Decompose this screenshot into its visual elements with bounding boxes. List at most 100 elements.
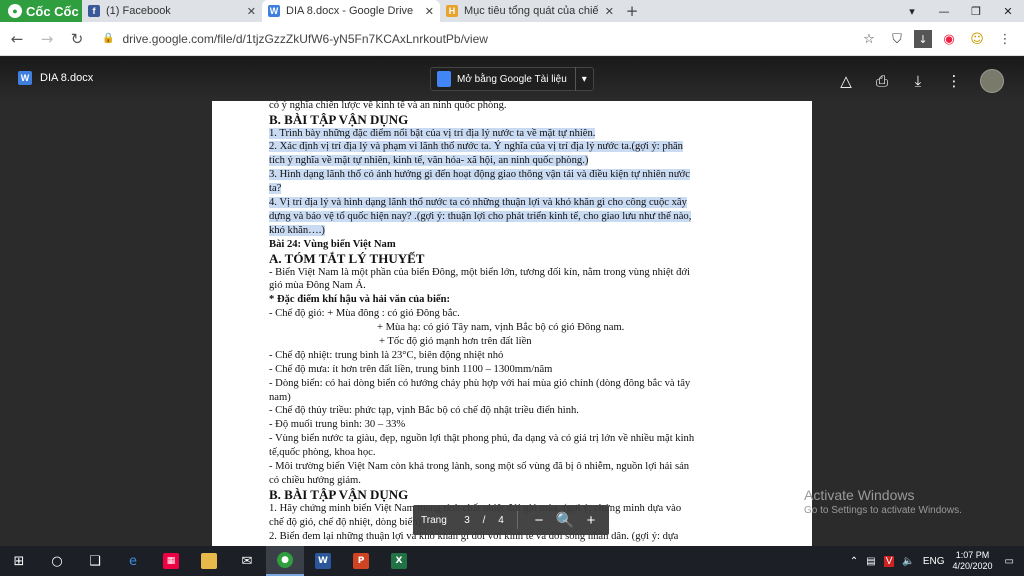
document-page[interactable]: * Đặc điểm lãnh thổ- Phần đất liền: có h…	[212, 57, 812, 546]
browser-toolbar: ← → ↻ 🔒 drive.google.com/file/d/1tjzGzzZ…	[0, 22, 1024, 56]
open-with-google-docs-button[interactable]: Mở bằng Google Tài liệu ▾	[430, 67, 594, 91]
word-taskbar-icon[interactable]: W	[304, 546, 342, 576]
zoom-in-icon[interactable]: +	[578, 512, 604, 529]
document-line-text: 4. Vị trí địa lý và hình dạng lãnh thổ n…	[269, 197, 687, 209]
task-view-icon[interactable]: ❑	[76, 546, 114, 576]
network-icon[interactable]: ▤	[866, 556, 875, 567]
document-content: * Đặc điểm lãnh thổ- Phần đất liền: có h…	[269, 57, 759, 544]
current-page: 3	[464, 514, 470, 526]
unikey-icon[interactable]: V	[883, 555, 895, 567]
document-line: - Độ muối trung bình: 30 – 33%	[269, 418, 759, 432]
document-line: + Tốc độ gió mạnh hơn trên đất liền	[269, 335, 759, 349]
chevron-up-icon[interactable]: ⌃	[850, 556, 858, 567]
minimize-icon[interactable]: —	[928, 0, 960, 22]
document-line-text: khó khăn….)	[269, 224, 325, 236]
toolbar-actions: ☆ ⛉ ↓ ◉ ☺ ⋮	[858, 26, 1016, 52]
document-line-text: A. TÓM TẮT LÝ THUYẾT	[269, 250, 425, 266]
system-tray: ⌃ ▤ V 🔈 ENG 1:07 PM 4/20/2020 ▭	[850, 546, 1024, 576]
language-indicator[interactable]: ENG	[923, 556, 945, 567]
new-tab-button[interactable]: +	[620, 0, 644, 22]
close-icon[interactable]: ✕	[605, 5, 614, 18]
document-line: - Dòng biển: có hai dòng biển có hướng c…	[269, 377, 759, 391]
document-line-text: - Vùng biển nước ta giàu, đẹp, nguồn lợi…	[269, 433, 695, 445]
browser-brand[interactable]: ● Cốc Cốc	[0, 0, 82, 22]
document-line: - Vùng biển nước ta giàu, đẹp, nguồn lợi…	[269, 432, 759, 446]
document-line-text: tích ý nghĩa về mặt tự nhiên, kinh tế, v…	[269, 155, 589, 167]
activate-subtitle: Go to Settings to activate Windows.	[804, 505, 962, 516]
viewer-header: W DIA 8.docx Mở bằng Google Tài liệu ▾ △…	[0, 57, 1024, 101]
avatar-icon[interactable]: ☺	[966, 26, 988, 52]
download-icon[interactable]: ↓	[914, 30, 932, 48]
activate-title: Activate Windows	[804, 487, 915, 503]
clock[interactable]: 1:07 PM 4/20/2020	[953, 550, 993, 572]
word-doc-icon: W	[18, 71, 32, 85]
address-bar[interactable]: 🔒 drive.google.com/file/d/1tjzGzzZkUfW6-…	[102, 26, 842, 52]
tab-muc-tieu[interactable]: H Mục tiêu tổng quát của chiến ✕	[440, 0, 620, 22]
zoom-out-icon[interactable]: −	[526, 512, 552, 529]
reload-icon[interactable]: ↻	[64, 26, 90, 52]
restore-icon[interactable]: ❐	[960, 0, 992, 22]
add-to-drive-icon[interactable]: △	[836, 72, 856, 90]
document-line: 4. Vị trí địa lý và hình dạng lãnh thổ n…	[269, 196, 759, 210]
back-icon[interactable]: ←	[4, 26, 30, 52]
document-line: gió mùa Đông Nam Á.	[269, 279, 759, 293]
lock-icon: 🔒	[102, 33, 115, 44]
excel-taskbar-icon[interactable]: X	[380, 546, 418, 576]
document-line: 1. Trình bày những đặc điểm nổi bật của …	[269, 127, 759, 141]
word-doc-icon: W	[268, 5, 280, 17]
close-icon[interactable]: ✕	[247, 5, 256, 18]
document-line: - Chế độ gió: + Mùa đông : có gió Đông b…	[269, 307, 759, 321]
viewer-tools: △ ⎙ ⤓ ⋮	[836, 69, 1004, 93]
windows-start-icon[interactable]: ⊞	[0, 546, 38, 576]
avatar[interactable]	[980, 69, 1004, 93]
close-icon[interactable]: ✕	[425, 5, 434, 18]
edge-icon[interactable]: e	[114, 546, 152, 576]
profile-menu-icon[interactable]: ▾	[896, 0, 928, 22]
menu-icon[interactable]: ⋮	[994, 26, 1016, 52]
document-line: khó khăn….)	[269, 224, 759, 238]
chevron-down-icon[interactable]: ▾	[574, 67, 593, 91]
bookmark-star-icon[interactable]: ☆	[858, 26, 880, 52]
mail-icon[interactable]: ✉	[228, 546, 266, 576]
notifications-icon[interactable]: ▭	[1001, 556, 1024, 567]
browser-tab-bar: ● Cốc Cốc f (1) Facebook ✕ W DIA 8.docx …	[0, 0, 1024, 22]
google-docs-icon	[437, 71, 451, 87]
extension-icon[interactable]: ◉	[938, 26, 960, 52]
document-line: A. TÓM TẮT LÝ THUYẾT	[269, 250, 759, 266]
shield-icon[interactable]: ⛉	[886, 26, 908, 52]
file-explorer-icon[interactable]	[190, 546, 228, 576]
document-line-text: Bài 24: Vùng biển Việt Nam	[269, 238, 396, 250]
document-line-text: - Chế độ mưa: ít hơn trên đất liền, trun…	[269, 363, 553, 375]
download-icon[interactable]: ⤓	[908, 72, 928, 90]
tab-title: Mục tiêu tổng quát của chiến	[464, 5, 599, 17]
store-icon[interactable]: ▦	[152, 546, 190, 576]
page-label: Trang	[421, 514, 447, 526]
more-options-icon[interactable]: ⋮	[944, 72, 964, 90]
document-line: tích ý nghĩa về mặt tự nhiên, kinh tế, v…	[269, 154, 759, 168]
facebook-icon: f	[88, 5, 100, 17]
doc-title-area: W DIA 8.docx	[18, 71, 93, 85]
close-window-icon[interactable]: ✕	[992, 0, 1024, 22]
document-line-text: ta?	[269, 183, 282, 195]
total-pages: 4	[498, 514, 504, 526]
forward-icon[interactable]: →	[34, 26, 60, 52]
tab-title: DIA 8.docx - Google Drive	[286, 5, 414, 17]
search-icon[interactable]: ○	[38, 546, 76, 576]
coccoc-taskbar-icon[interactable]: ●	[266, 546, 304, 576]
tab-facebook[interactable]: f (1) Facebook ✕	[82, 0, 262, 22]
print-icon[interactable]: ⎙	[872, 72, 892, 90]
zoom-icon[interactable]: 🔍	[552, 511, 578, 529]
document-line-text: có ý nghĩa chiến lược về kinh tế và an n…	[269, 99, 507, 111]
drive-viewer: * Đặc điểm lãnh thổ- Phần đất liền: có h…	[0, 57, 1024, 546]
coccoc-logo-icon: ●	[8, 4, 22, 18]
tab-google-drive[interactable]: W DIA 8.docx - Google Drive ✕	[262, 0, 440, 22]
powerpoint-taskbar-icon[interactable]: P	[342, 546, 380, 576]
clock-date: 4/20/2020	[952, 561, 993, 571]
url-text: drive.google.com/file/d/1tjzGzzZkUfW6-yN…	[122, 31, 488, 46]
document-line-text: - Môi trường biển Việt Nam còn khá trong…	[269, 461, 690, 473]
document-line-text: B. BÀI TẬP VẬN DỤNG	[269, 111, 409, 127]
document-line-text: chế độ gió, chế độ nhiệt, dòng biển)	[269, 516, 422, 528]
divider	[517, 511, 518, 529]
volume-icon[interactable]: 🔈	[902, 556, 914, 567]
document-line: B. BÀI TẬP VẬN DỤNG	[269, 111, 759, 127]
